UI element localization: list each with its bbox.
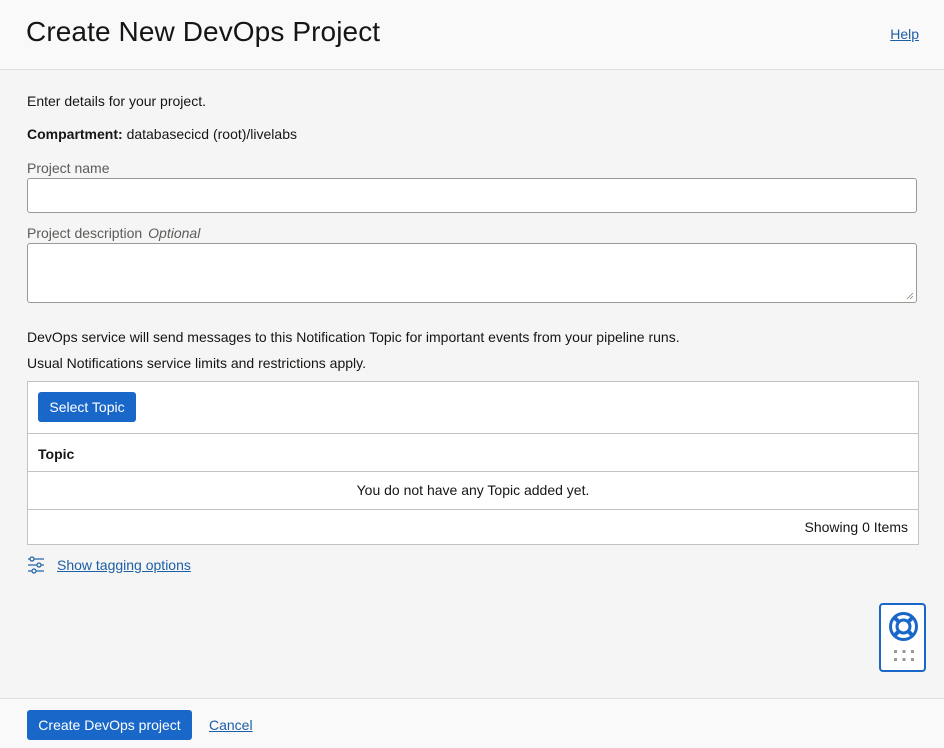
table-header-row: Topic: [28, 433, 918, 471]
compartment-label: Compartment:: [27, 126, 123, 142]
lifebuoy-icon[interactable]: [888, 611, 919, 642]
compartment-value: databasecicd (root)/livelabs: [126, 126, 297, 142]
create-devops-project-dialog: Create New DevOps Project Help Enter det…: [0, 0, 944, 748]
notification-limits-notice: Usual Notifications service limits and r…: [27, 355, 366, 371]
resize-grip-icon[interactable]: [906, 292, 914, 300]
grip-dots-icon[interactable]: [893, 649, 915, 663]
empty-message: You do not have any Topic added yet.: [356, 482, 590, 498]
project-description-label: Project description Optional: [27, 225, 200, 241]
cancel-link[interactable]: Cancel: [209, 717, 253, 733]
footer-actions: Create DevOps project Cancel: [0, 698, 944, 748]
project-name-label: Project name: [27, 160, 109, 176]
column-header-topic: Topic: [38, 446, 75, 462]
sliders-icon: [28, 556, 44, 574]
notification-notice: DevOps service will send messages to thi…: [27, 329, 680, 345]
create-devops-project-button[interactable]: Create DevOps project: [27, 710, 192, 740]
intro-text: Enter details for your project.: [27, 93, 206, 109]
help-widget[interactable]: [879, 603, 926, 672]
select-topic-button[interactable]: Select Topic: [38, 392, 136, 422]
show-tagging-options-link[interactable]: Show tagging options: [57, 557, 191, 573]
table-empty-row: You do not have any Topic added yet.: [28, 471, 918, 509]
header: Create New DevOps Project Help: [0, 0, 944, 70]
compartment-info: Compartment: databasecicd (root)/livelab…: [27, 126, 297, 142]
topic-table: Select Topic Topic You do not have any T…: [27, 381, 919, 545]
help-link[interactable]: Help: [890, 26, 919, 42]
project-description-label-text: Project description: [27, 225, 143, 241]
project-name-input[interactable]: [27, 178, 917, 213]
page-title: Create New DevOps Project: [26, 16, 381, 47]
project-description-textarea[interactable]: [27, 243, 917, 303]
optional-hint: Optional: [148, 225, 201, 241]
item-count: Showing 0 Items: [804, 519, 909, 535]
table-footer-row: Showing 0 Items: [28, 509, 918, 544]
project-name-label-text: Project name: [27, 160, 110, 176]
